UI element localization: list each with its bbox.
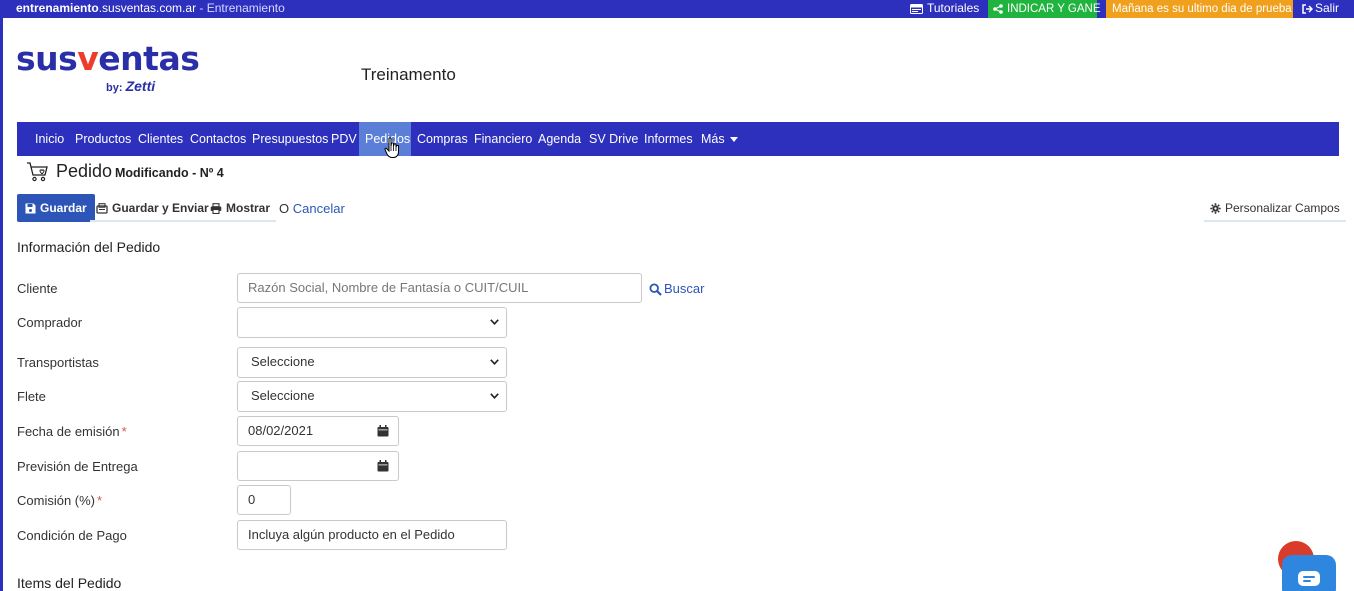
- top-bar: entrenamiento.susventas.com.ar - Entrena…: [0, 0, 1354, 18]
- nav-clientes[interactable]: Clientes: [138, 122, 183, 156]
- page-subtitle: Modificando - Nº 4: [115, 166, 224, 180]
- prevision-entrega-input[interactable]: [237, 451, 369, 481]
- calendar-icon: [377, 425, 389, 437]
- logo-wordmark: susventas: [16, 39, 200, 78]
- hand-cursor-icon: [384, 137, 399, 158]
- logo-byline: by: Zetti: [106, 78, 156, 94]
- buscar-link[interactable]: Buscar: [649, 281, 704, 296]
- nav-contactos[interactable]: Contactos: [190, 122, 246, 156]
- nav-compras[interactable]: Compras: [417, 122, 468, 156]
- flete-select[interactable]: Seleccione: [237, 381, 507, 412]
- cliente-input[interactable]: Razón Social, Nombre de Fantasía o CUIT/…: [237, 273, 642, 303]
- comision-input[interactable]: 0: [237, 485, 291, 515]
- nav-inicio[interactable]: Inicio: [35, 122, 64, 156]
- chevron-down-icon: [490, 319, 499, 325]
- nav-mas-dropdown[interactable]: Más: [701, 122, 738, 156]
- calendar-icon: [377, 460, 389, 472]
- nav-financiero[interactable]: Financiero: [474, 122, 532, 156]
- chat-widget-button[interactable]: [1282, 555, 1336, 591]
- label-prevision-entrega: Previsión de Entrega: [17, 459, 138, 474]
- prevision-entrega-calendar-button[interactable]: [368, 451, 399, 481]
- nav-sv-drive[interactable]: SV Drive: [589, 122, 638, 156]
- section-title-info: Información del Pedido: [17, 239, 161, 255]
- indicar-y-gane-button[interactable]: INDICAR Y GANE: [988, 0, 1101, 18]
- label-comprador: Comprador: [17, 315, 83, 330]
- printer-icon: [210, 203, 222, 215]
- fecha-emision-calendar-button[interactable]: [368, 416, 399, 446]
- show-button[interactable]: Mostrar: [204, 194, 277, 222]
- tutorials-icon: [910, 3, 923, 14]
- chat-icon: [1298, 571, 1320, 586]
- susventas-logo[interactable]: susventas by: Zetti: [16, 39, 200, 98]
- company-name: Treinamento: [361, 65, 456, 84]
- nav-presupuestos[interactable]: Presupuestos: [252, 122, 328, 156]
- nav-productos[interactable]: Productos: [75, 122, 131, 156]
- customize-fields-button[interactable]: Personalizar Campos: [1204, 194, 1346, 222]
- nav-informes[interactable]: Informes: [644, 122, 693, 156]
- caret-down-icon: [729, 137, 738, 143]
- send-icon: [96, 203, 108, 214]
- condicion-pago-field: Incluya algún producto en el Pedido: [237, 520, 507, 550]
- main-nav: Inicio Productos Clientes Contactos Pres…: [17, 122, 1339, 156]
- shopping-cart-icon: [27, 162, 48, 182]
- label-fecha-emision: Fecha de emisión *: [17, 424, 127, 439]
- site-url: entrenamiento.susventas.com.ar - Entrena…: [16, 1, 285, 15]
- share-icon: [993, 4, 1003, 14]
- label-transportistas: Transportistas: [17, 355, 99, 370]
- cancel-link[interactable]: O Cancelar: [279, 201, 345, 216]
- sign-out-icon: [1302, 4, 1313, 14]
- nav-pdv[interactable]: PDV: [331, 122, 357, 156]
- trial-notice-button[interactable]: Mañana es su ultimo dia de prueba: [1106, 0, 1293, 18]
- gear-icon: [1210, 203, 1221, 215]
- label-condicion-pago: Condición de Pago: [17, 528, 127, 543]
- tutorials-link[interactable]: Tutoriales: [910, 1, 979, 15]
- nav-agenda[interactable]: Agenda: [538, 122, 581, 156]
- window-frame: [0, 0, 3, 591]
- comprador-select[interactable]: [237, 307, 507, 338]
- label-flete: Flete: [17, 389, 46, 404]
- label-cliente: Cliente: [17, 281, 58, 296]
- label-comision: Comisión (%) *: [17, 493, 103, 508]
- chevron-down-icon: [490, 393, 499, 399]
- section-title-items: Items del Pedido: [17, 575, 122, 591]
- page-title: Pedido: [56, 161, 113, 181]
- search-icon: [649, 283, 662, 296]
- chevron-down-icon: [490, 359, 499, 365]
- floppy-disk-icon: [25, 203, 36, 214]
- fecha-emision-input[interactable]: 08/02/2021: [237, 416, 369, 446]
- save-and-send-button[interactable]: Guardar y Enviar: [90, 194, 215, 222]
- logout-link[interactable]: Salir: [1302, 1, 1339, 15]
- transportistas-select[interactable]: Seleccione: [237, 347, 507, 378]
- save-button[interactable]: Guardar: [17, 194, 95, 222]
